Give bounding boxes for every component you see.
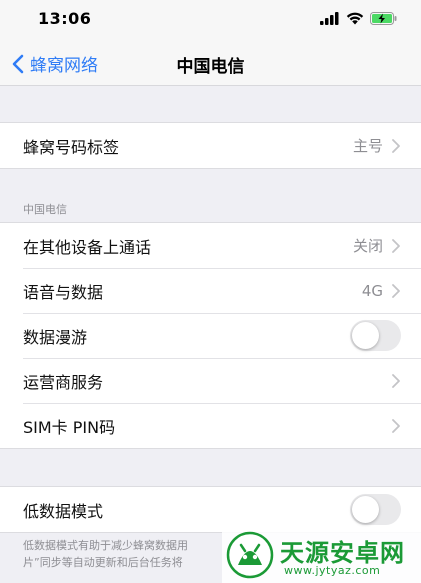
status-time: 13:06 xyxy=(38,9,92,28)
battery-charging-icon xyxy=(370,12,397,25)
row-sim-pin[interactable]: SIM卡 PIN码 xyxy=(0,403,421,448)
watermark-url: www.jytyaz.com xyxy=(284,564,381,577)
chevron-right-icon xyxy=(392,283,400,298)
settings-group-label: 蜂窝号码标签 主号 xyxy=(0,122,421,169)
row-label: 在其他设备上通话 xyxy=(23,237,152,257)
row-label: SIM卡 PIN码 xyxy=(23,417,116,437)
signal-icon xyxy=(320,12,339,25)
row-voice-and-data[interactable]: 语音与数据 4G xyxy=(0,268,421,313)
chevron-right-icon xyxy=(392,373,400,388)
watermark-title: 天源安卓网 xyxy=(280,539,405,567)
row-data-roaming: 数据漫游 xyxy=(0,313,421,358)
row-carrier-services[interactable]: 运营商服务 xyxy=(0,358,421,403)
data-roaming-toggle[interactable] xyxy=(350,320,401,351)
wifi-icon xyxy=(346,12,364,25)
section-header-carrier: 中国电信 xyxy=(23,203,67,216)
navigation-bar: 蜂窝网络 中国电信 xyxy=(0,40,421,86)
toggle-knob xyxy=(352,322,379,349)
status-bar: 13:06 xyxy=(0,0,421,40)
watermark: 天源安卓网 www.jytyaz.com xyxy=(222,527,421,583)
chevron-right-icon xyxy=(392,418,400,433)
settings-group-low-data: 低数据模式 xyxy=(0,486,421,533)
row-value: 4G xyxy=(361,281,383,300)
row-value: 主号 xyxy=(352,137,383,155)
row-value: 关闭 xyxy=(352,237,383,255)
page-title: 中国电信 xyxy=(176,57,245,77)
toggle-knob xyxy=(352,496,379,523)
row-label: 语音与数据 xyxy=(23,282,104,302)
row-label: 低数据模式 xyxy=(23,501,104,521)
row-cellular-number-label[interactable]: 蜂窝号码标签 主号 xyxy=(0,123,421,168)
settings-group-carrier: 在其他设备上通话 关闭 语音与数据 4G 数据漫游 运营商服务 SIM卡 PIN… xyxy=(0,222,421,449)
row-label: 数据漫游 xyxy=(23,327,88,347)
row-label: 蜂窝号码标签 xyxy=(23,137,120,157)
low-data-mode-toggle[interactable] xyxy=(350,494,401,525)
chevron-right-icon xyxy=(392,138,400,153)
chevron-right-icon xyxy=(392,238,400,253)
row-label: 运营商服务 xyxy=(23,372,104,392)
row-low-data-mode: 低数据模式 xyxy=(0,487,421,532)
watermark-logo-icon xyxy=(226,531,274,579)
row-calls-on-other-devices[interactable]: 在其他设备上通话 关闭 xyxy=(0,223,421,268)
status-icons xyxy=(320,12,397,25)
